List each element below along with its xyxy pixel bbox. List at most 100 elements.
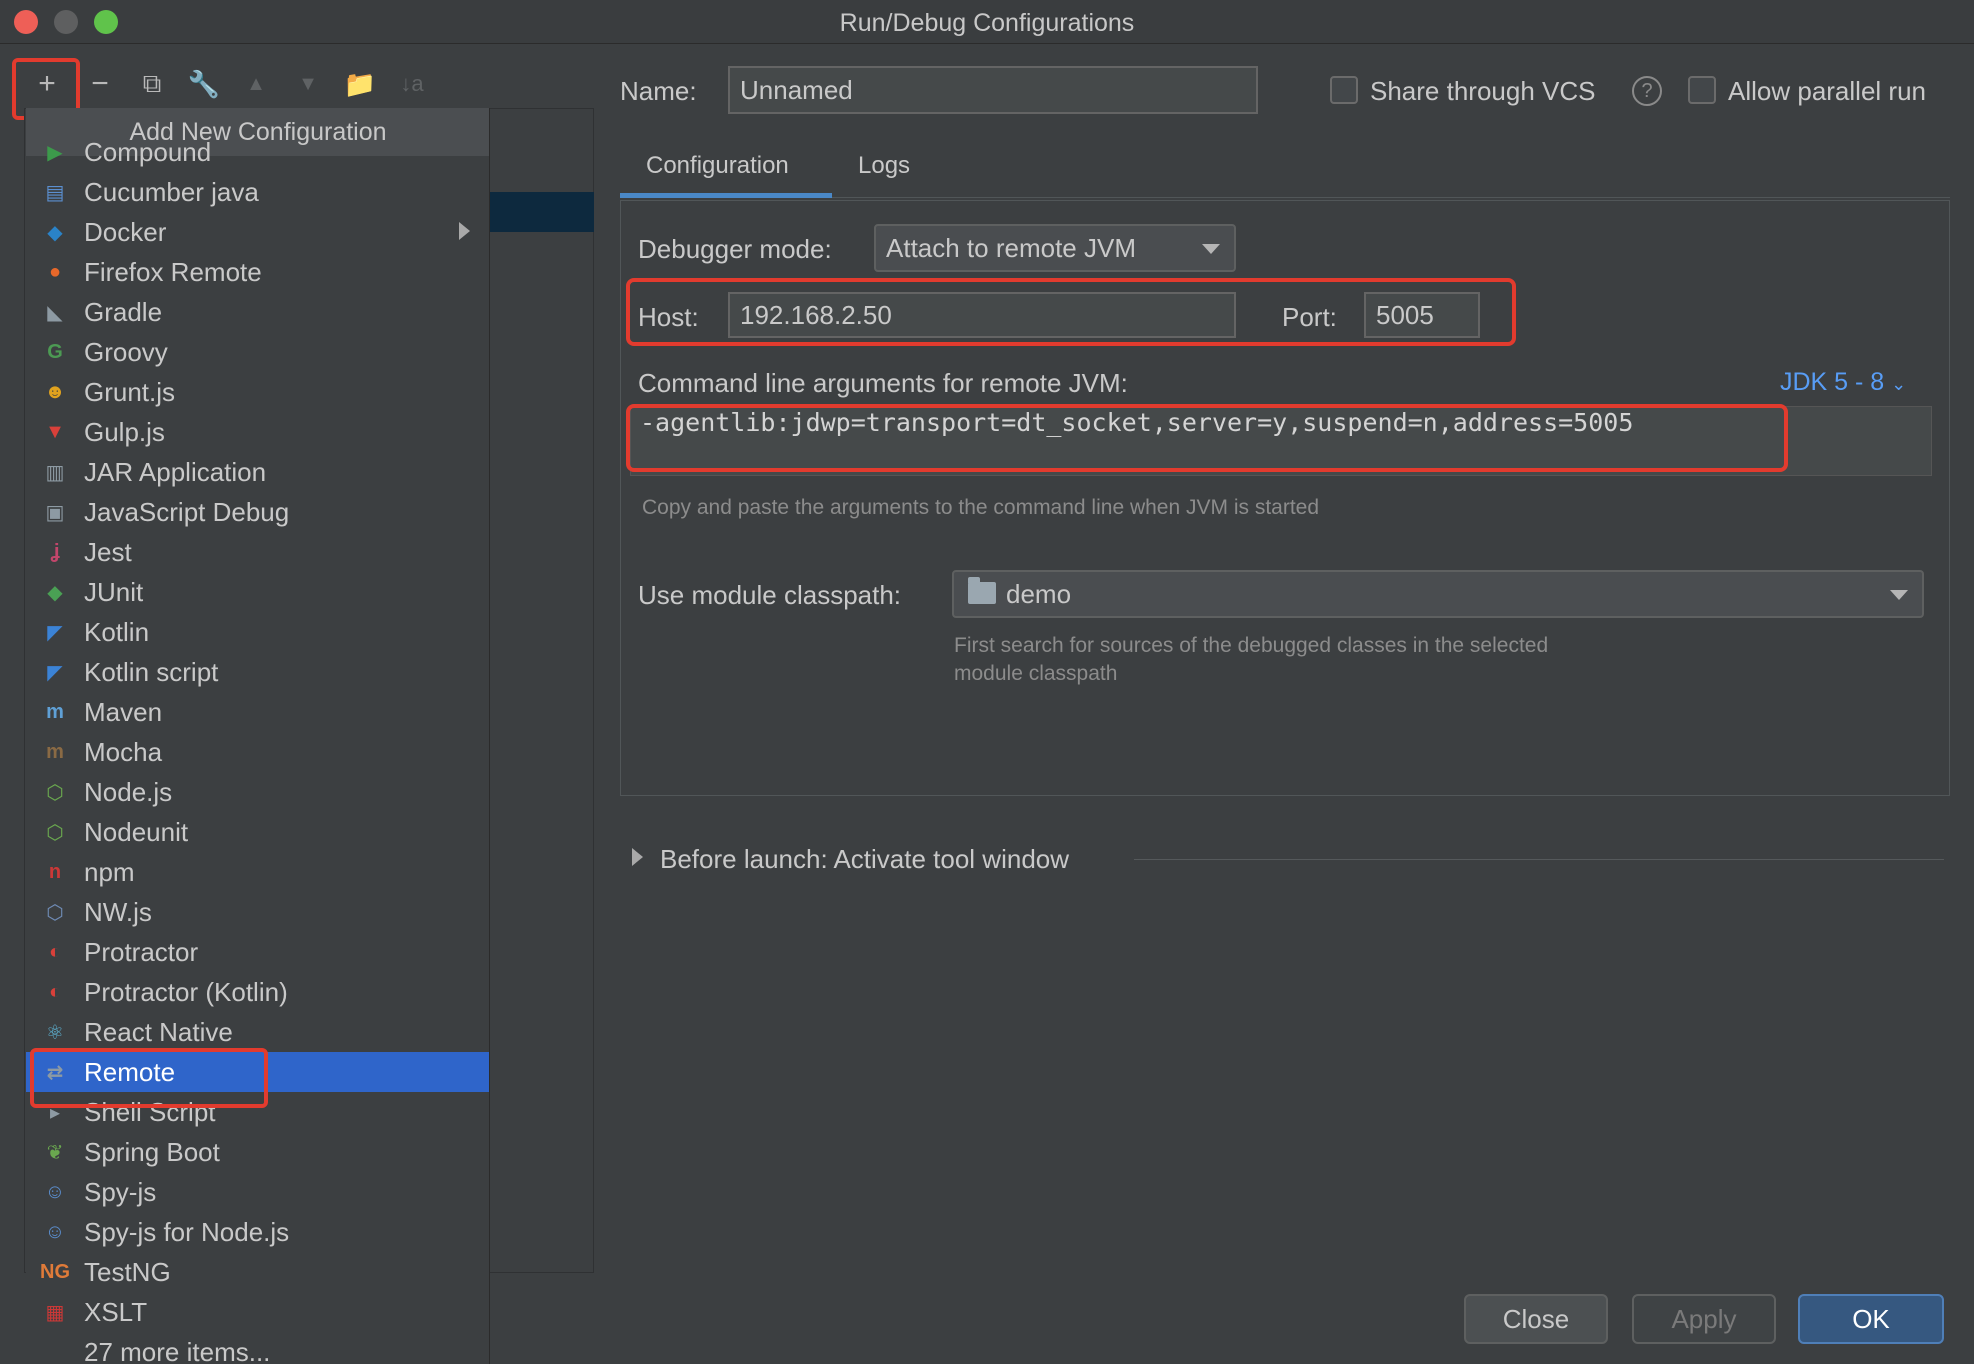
list-item-nodeunit[interactable]: ⬡ Nodeunit [26, 812, 489, 852]
protractor-kotlin-icon: ◐ [48, 980, 62, 1003]
list-item-node-js[interactable]: ⬡ Node.js [26, 772, 489, 812]
list-item-xslt[interactable]: ▦ XSLT [26, 1292, 489, 1332]
edit-defaults-wrench-icon[interactable]: 🔧 [184, 62, 224, 106]
list-item-label: JavaScript Debug [84, 496, 290, 527]
cmd-args-hint: Copy and paste the arguments to the comm… [642, 496, 1320, 519]
tab-configuration[interactable]: Configuration [646, 152, 789, 180]
grunt-icon: ☻ [44, 380, 66, 403]
remove-configuration-button[interactable]: − [80, 62, 120, 106]
list-item-label: Groovy [84, 336, 168, 367]
list-item-jar-application[interactable]: ▥ JAR Application [26, 452, 489, 492]
ok-button[interactable]: OK [1798, 1294, 1944, 1344]
list-item-grunt-js[interactable]: ☻ Grunt.js [26, 372, 489, 412]
title-bar: Run/Debug Configurations [0, 0, 1974, 44]
list-item-label: React Native [84, 1016, 233, 1047]
name-label: Name: [620, 76, 697, 106]
debugger-mode-label: Debugger mode: [638, 234, 832, 264]
close-button[interactable]: Close [1464, 1294, 1608, 1344]
list-item-label: Spring Boot [84, 1136, 220, 1167]
name-input[interactable]: Unnamed [728, 66, 1258, 114]
list-item-firefox-remote[interactable]: ● Firefox Remote [26, 252, 489, 292]
mocha-icon: m [46, 740, 64, 763]
list-item-nw-js[interactable]: ⬡ NW.js [26, 892, 489, 932]
maven-icon: m [46, 700, 64, 723]
list-item-label: Node.js [84, 776, 173, 807]
gulp-icon: ▼ [45, 420, 65, 443]
list-item-label: Compound [84, 136, 212, 167]
kotlin-icon: ◤ [47, 621, 63, 644]
list-item-mocha[interactable]: m Mocha [26, 732, 489, 772]
list-item-label: npm [84, 856, 135, 887]
new-folder-icon[interactable]: 📁 [340, 62, 380, 106]
port-input[interactable]: 5005 [1364, 292, 1480, 338]
debugger-mode-select[interactable]: Attach to remote JVM [874, 224, 1236, 272]
copy-configuration-icon[interactable]: ⧉ [132, 62, 172, 106]
list-item-label: NW.js [84, 896, 152, 927]
chevron-down-icon [1202, 244, 1220, 254]
allow-parallel-checkbox[interactable] [1688, 76, 1716, 104]
react-native-icon: ⚛ [46, 1021, 64, 1044]
tab-logs[interactable]: Logs [858, 152, 910, 180]
classpath-hint-line-1: First search for sources of the debugged… [954, 634, 1549, 657]
classpath-hint-line-2: module classpath [954, 662, 1118, 685]
list-item-junit[interactable]: ◆ JUnit [26, 572, 489, 612]
list-item-label: Nodeunit [84, 816, 189, 847]
window-title: Run/Debug Configurations [839, 9, 1135, 37]
list-item-cucumber-java[interactable]: ▤ Cucumber java [26, 172, 489, 212]
list-item-spring-boot[interactable]: ❦ Spring Boot [26, 1132, 489, 1172]
list-item-compound[interactable]: ▶ Compound [26, 132, 489, 172]
spy-js-icon: ☺ [44, 1180, 66, 1203]
list-item-spy-js-for-node-js[interactable]: ☺ Spy-js for Node.js [26, 1212, 489, 1252]
sort-configurations-icon[interactable]: ↓a [392, 62, 432, 106]
before-launch-divider [1134, 859, 1944, 860]
list-item-27-more-items[interactable]: 27 more items... [26, 1332, 489, 1364]
share-vcs-checkbox[interactable] [1330, 76, 1358, 104]
protractor-icon: ◐ [48, 940, 62, 963]
module-classpath-select[interactable]: demo [952, 570, 1924, 618]
move-up-icon[interactable]: ▲ [236, 62, 276, 106]
move-down-icon[interactable]: ▼ [288, 62, 328, 106]
list-item-spacer [40, 1337, 70, 1364]
list-item-react-native[interactable]: ⚛ React Native [26, 1012, 489, 1052]
nwjs-icon: ⬡ [46, 901, 64, 924]
list-item-spy-js[interactable]: ☺ Spy-js [26, 1172, 489, 1212]
docker-icon: ◆ [47, 221, 63, 244]
jar-icon: ▥ [45, 461, 65, 484]
list-item-maven[interactable]: m Maven [26, 692, 489, 732]
list-item-label: 27 more items... [84, 1336, 271, 1364]
classpath-label: Use module classpath: [638, 580, 902, 610]
list-item-javascript-debug[interactable]: ▣ JavaScript Debug [26, 492, 489, 532]
expand-arrow-icon[interactable] [632, 848, 643, 866]
list-item-gulp-js[interactable]: ▼ Gulp.js [26, 412, 489, 452]
groovy-icon: G [47, 340, 63, 363]
list-item-testng[interactable]: NG TestNG [26, 1252, 489, 1292]
list-item-label: Protractor [84, 936, 199, 967]
list-item-docker[interactable]: ◆ Docker [26, 212, 489, 252]
module-folder-icon [968, 577, 996, 604]
cmd-args-label: Command line arguments for remote JVM: [638, 368, 1128, 398]
jdk-version-link[interactable]: JDK 5 - 8 ⌄ [1780, 368, 1906, 397]
list-item-kotlin-script[interactable]: ◤ Kotlin script [26, 652, 489, 692]
list-item-label: Cucumber java [84, 176, 259, 207]
xslt-icon: ▦ [45, 1301, 65, 1324]
spring-boot-icon: ❦ [46, 1141, 64, 1164]
cucumber-icon: ▤ [45, 181, 65, 204]
list-item-groovy[interactable]: G Groovy [26, 332, 489, 372]
debugger-mode-value: Attach to remote JVM [886, 232, 1136, 263]
classpath-value: demo [1006, 578, 1072, 609]
list-item-gradle[interactable]: ◣ Gradle [26, 292, 489, 332]
list-item-protractor[interactable]: ◐ Protractor [26, 932, 489, 972]
npm-icon: n [48, 860, 62, 883]
list-item-npm[interactable]: n npm [26, 852, 489, 892]
help-icon[interactable]: ? [1632, 76, 1662, 106]
allow-parallel-label: Allow parallel run [1728, 76, 1926, 106]
list-item-kotlin[interactable]: ◤ Kotlin [26, 612, 489, 652]
list-item-protractor-kotlin[interactable]: ◐ Protractor (Kotlin) [26, 972, 489, 1012]
host-input[interactable]: 192.168.2.50 [728, 292, 1236, 338]
nodeunit-icon: ⬡ [46, 821, 64, 844]
list-item-label: Mocha [84, 736, 163, 767]
before-launch-label[interactable]: Before launch: Activate tool window [660, 844, 1069, 875]
list-item-jest[interactable]: ʝ Jest [26, 532, 489, 572]
gradle-icon: ◣ [47, 301, 63, 324]
apply-button[interactable]: Apply [1632, 1294, 1776, 1344]
